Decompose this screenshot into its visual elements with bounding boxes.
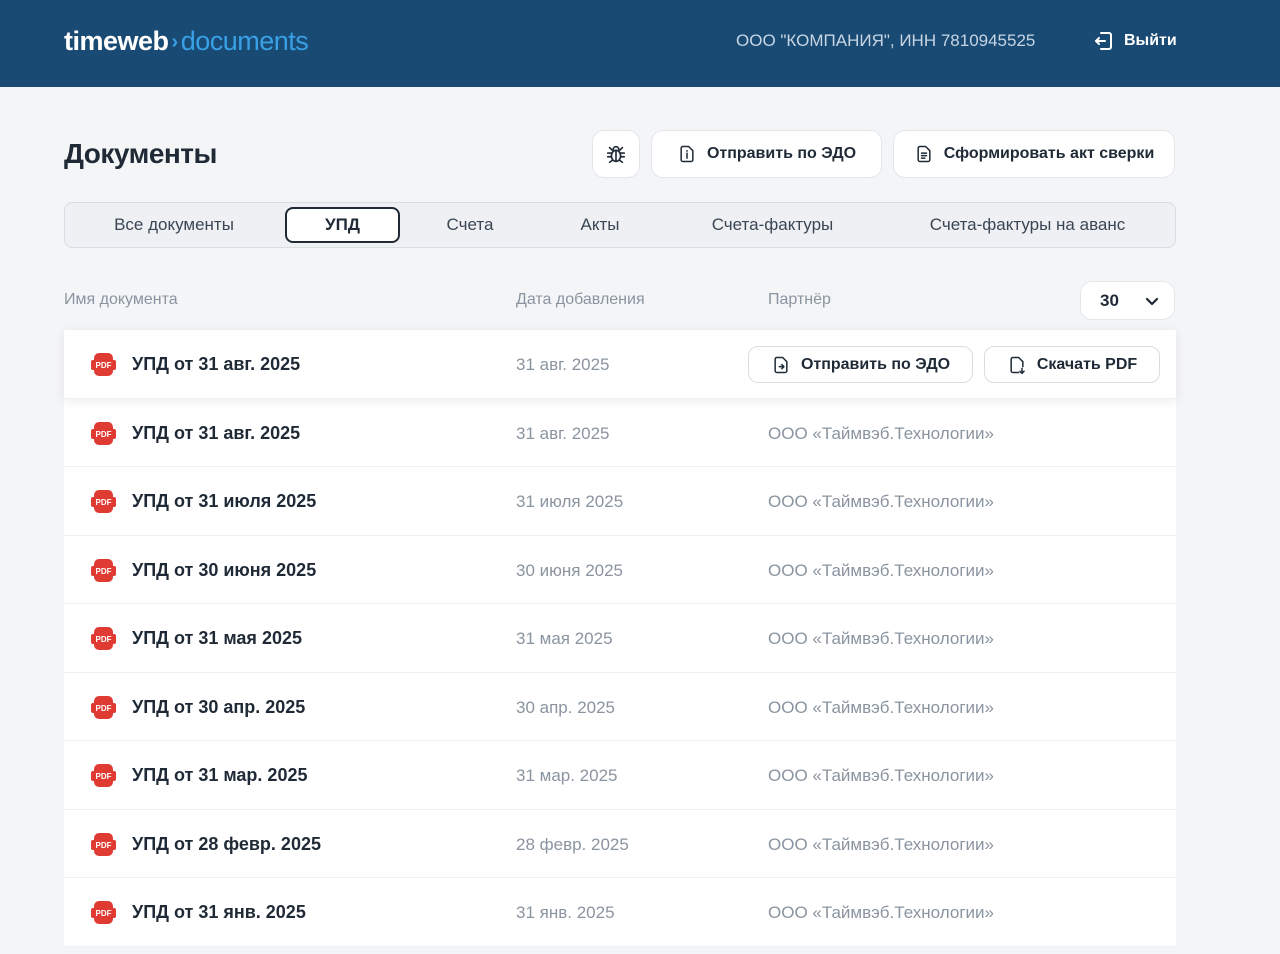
tab-invoices[interactable]: Счета	[410, 203, 530, 247]
app-header: timeweb › documents ООО "КОМПАНИЯ", ИНН 78…	[0, 0, 1280, 87]
svg-text:PDF: PDF	[96, 430, 112, 439]
pdf-icon: PDF	[91, 490, 116, 513]
document-partner: ООО «Таймвэб.Технологии»	[768, 903, 994, 922]
document-partner: ООО «Таймвэб.Технологии»	[768, 492, 994, 511]
tab-tax-invoices[interactable]: Счета-фактуры	[675, 203, 870, 247]
document-name[interactable]: УПД от 30 июня 2025	[132, 560, 316, 581]
logo[interactable]: timeweb › documents	[64, 26, 309, 57]
table-row[interactable]: PDF УПД от 31 авг. 2025 31 авг. 2025 Отп…	[64, 330, 1176, 399]
document-name[interactable]: УПД от 31 авг. 2025	[132, 423, 300, 444]
page-title: Документы	[64, 138, 217, 169]
document-date: 31 июля 2025	[516, 492, 624, 511]
svg-text:PDF: PDF	[96, 361, 112, 370]
document-date: 28 февр. 2025	[516, 834, 629, 854]
table-row[interactable]: PDF УПД от 28 февр. 2025 28 февр. 2025 О…	[64, 809, 1176, 878]
chevron-down-icon	[1145, 297, 1159, 306]
pdf-icon: PDF	[91, 353, 116, 376]
document-name[interactable]: УПД от 31 янв. 2025	[132, 902, 306, 923]
svg-text:PDF: PDF	[96, 704, 112, 713]
send-edo-button[interactable]: Отправить по ЭДО	[651, 130, 882, 178]
document-date: 31 авг. 2025	[516, 355, 610, 374]
document-icon	[917, 145, 931, 163]
reconciliation-label: Сформировать акт сверки	[943, 145, 1155, 162]
document-name[interactable]: УПД от 28 февр. 2025	[132, 834, 321, 855]
company-info: ООО "КОМПАНИЯ", ИНН 7810945525	[736, 31, 1036, 50]
table-row[interactable]: PDF УПД от 31 июля 2025 31 июля 2025 ООО…	[64, 467, 1176, 536]
document-name[interactable]: УПД от 31 мар. 2025	[132, 765, 307, 786]
document-partner: ООО «Таймвэб.Технологии»	[768, 560, 994, 580]
pdf-icon: PDF	[91, 421, 116, 445]
report-bug-button[interactable]	[592, 130, 640, 178]
svg-text:PDF: PDF	[96, 635, 112, 644]
svg-text:PDF: PDF	[96, 567, 112, 576]
svg-text:PDF: PDF	[96, 841, 112, 850]
table-row[interactable]: PDF УПД от 31 мая 2025 31 мая 2025 ООО «…	[64, 604, 1176, 673]
pdf-icon: PDF	[91, 558, 116, 582]
row-download-pdf-label: Скачать PDF	[1036, 355, 1138, 373]
document-date: 30 июня 2025	[516, 560, 624, 580]
documents-table: PDF УПД от 31 авг. 2025 31 авг. 2025 Отп…	[64, 330, 1176, 947]
row-send-edo-label: Отправить по ЭДО	[800, 355, 951, 373]
table-row[interactable]: PDF УПД от 30 июня 2025 30 июня 2025 ООО…	[64, 535, 1176, 604]
table-row[interactable]: PDF УПД от 30 апр. 2025 30 апр. 2025 ООО…	[64, 672, 1176, 741]
pdf-icon: PDF	[91, 832, 116, 856]
document-name[interactable]: УПД от 30 апр. 2025	[132, 697, 305, 718]
per-page-value: 30	[1100, 291, 1119, 310]
document-name[interactable]: УПД от 31 авг. 2025	[132, 354, 300, 375]
bug-icon	[606, 145, 626, 164]
document-name[interactable]: УПД от 31 июля 2025	[132, 491, 316, 512]
document-date: 30 апр. 2025	[516, 697, 616, 717]
document-partner: ООО «Таймвэб.Технологии»	[768, 629, 994, 648]
document-date: 31 авг. 2025	[516, 423, 610, 443]
logo-primary: timeweb	[64, 26, 169, 56]
document-date: 31 мар. 2025	[516, 766, 618, 785]
per-page-select[interactable]: 30	[1080, 281, 1175, 320]
pdf-icon: PDF	[91, 695, 116, 719]
document-partner: ООО «Таймвэб.Технологии»	[768, 697, 994, 717]
tab-upd[interactable]: УПД	[285, 207, 400, 243]
pdf-icon: PDF	[91, 627, 116, 650]
tab-all-documents[interactable]: Все документы	[65, 203, 283, 247]
send-edo-label: Отправить по ЭДО	[706, 145, 857, 162]
file-send-icon	[774, 356, 788, 373]
row-send-edo-button[interactable]: Отправить по ЭДО	[748, 346, 973, 383]
document-date: 31 мая 2025	[516, 629, 613, 648]
document-tabs: Все документы УПД Счета Акты Счета-факту…	[64, 202, 1176, 248]
tab-acts[interactable]: Акты	[545, 203, 655, 247]
logout-button[interactable]: Выйти	[1092, 29, 1177, 53]
table-row[interactable]: PDF УПД от 31 мар. 2025 31 мар. 2025 ООО…	[64, 741, 1176, 810]
tab-advance-invoices[interactable]: Счета-фактуры на аванс	[895, 203, 1160, 247]
file-info-icon	[680, 145, 694, 163]
logout-label: Выйти	[1124, 32, 1177, 49]
svg-text:PDF: PDF	[96, 772, 112, 781]
document-partner: ООО «Таймвэб.Технологии»	[768, 766, 994, 785]
reconciliation-button[interactable]: Сформировать акт сверки	[893, 130, 1175, 178]
row-download-pdf-button[interactable]: Скачать PDF	[984, 346, 1160, 383]
document-date: 31 янв. 2025	[516, 903, 615, 922]
column-header-partner[interactable]: Партнёр	[768, 291, 831, 309]
logo-secondary: documents	[180, 26, 309, 56]
document-partner: ООО «Таймвэб.Технологии»	[768, 834, 994, 854]
logo-separator: ›	[171, 31, 179, 53]
pdf-icon: PDF	[91, 901, 116, 924]
table-row[interactable]: PDF УПД от 31 янв. 2025 31 янв. 2025 ООО…	[64, 878, 1176, 947]
svg-text:PDF: PDF	[96, 498, 112, 507]
document-partner: ООО «Таймвэб.Технологии»	[768, 423, 994, 443]
logout-icon	[1095, 32, 1112, 50]
column-header-name[interactable]: Имя документа	[64, 291, 178, 309]
table-row[interactable]: PDF УПД от 31 авг. 2025 31 авг. 2025 ООО…	[64, 398, 1176, 467]
column-header-date[interactable]: Дата добавления	[516, 291, 645, 309]
pdf-icon: PDF	[91, 764, 116, 787]
document-name[interactable]: УПД от 31 мая 2025	[132, 628, 302, 649]
svg-text:PDF: PDF	[96, 909, 112, 918]
file-download-icon	[1010, 356, 1025, 374]
